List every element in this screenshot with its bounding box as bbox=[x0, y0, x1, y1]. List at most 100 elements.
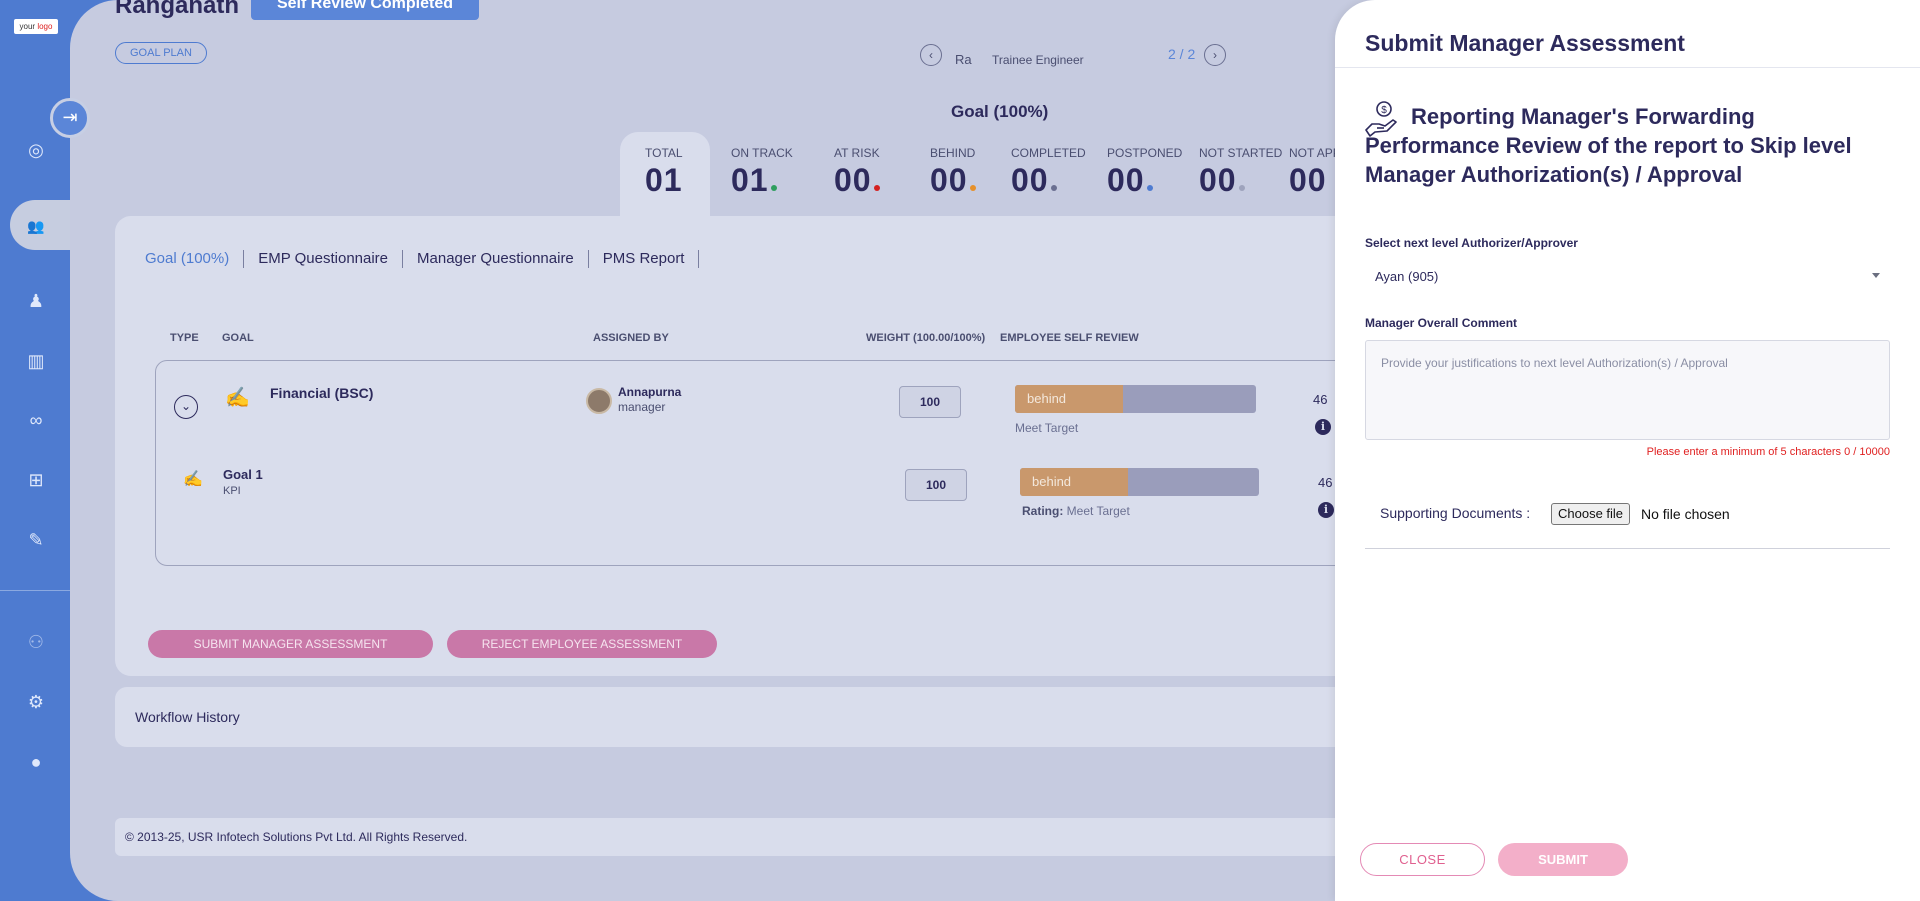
rating-text: Meet Target bbox=[1015, 421, 1079, 435]
status-dot bbox=[1050, 185, 1057, 191]
hierarchy-icon: ⊞ bbox=[28, 470, 44, 490]
user-icon: ● bbox=[30, 752, 42, 772]
self-review-progress: behind bbox=[1020, 468, 1259, 496]
weight-value[interactable]: 100 bbox=[899, 386, 961, 418]
stat-not-approved[interactable]: NOT APP 00 bbox=[1289, 146, 1341, 199]
score-value: 46 bbox=[1313, 392, 1328, 407]
stat-total[interactable]: TOTAL 01 bbox=[645, 146, 683, 199]
sidebar-item-hierarchy[interactable]: ⊞ bbox=[24, 468, 48, 492]
employee-name: Ranganath bbox=[115, 0, 240, 19]
self-review-progress: behind bbox=[1015, 385, 1256, 413]
self-review-status-button[interactable]: Self Review Completed bbox=[251, 0, 479, 20]
column-header-weight: WEIGHT (100.00/100%) bbox=[866, 332, 986, 344]
stat-value: 00 bbox=[1199, 162, 1237, 198]
supporting-documents-label: Supporting Documents : bbox=[1380, 505, 1531, 521]
progress-fill: behind bbox=[1015, 385, 1124, 413]
stat-label: NOT APP bbox=[1289, 146, 1341, 160]
stat-label: POSTPONED bbox=[1107, 146, 1183, 160]
stat-postponed[interactable]: POSTPONED 00 bbox=[1107, 146, 1182, 199]
drawer-divider bbox=[1335, 67, 1920, 68]
column-header-type: TYPE bbox=[170, 332, 199, 344]
sidebar-item-employee[interactable]: ♟ bbox=[24, 289, 48, 313]
info-icon[interactable]: i bbox=[1315, 419, 1331, 435]
stat-at-risk[interactable]: AT RISK 00 bbox=[834, 146, 880, 199]
column-header-assigned-by: ASSIGNED BY bbox=[593, 332, 669, 344]
status-dot bbox=[1238, 185, 1245, 191]
sidebar-item-groups[interactable]: ⚇ bbox=[24, 630, 48, 654]
comment-error-message: Please enter a minimum of 5 characters 0… bbox=[1646, 446, 1890, 458]
company-logo: your logo bbox=[14, 19, 58, 34]
sidebar-item-library[interactable]: ▥ bbox=[24, 349, 48, 373]
copyright-text: © 2013-25, USR Infotech Solutions Pvt Lt… bbox=[125, 830, 468, 844]
stat-value: 00 bbox=[834, 162, 872, 198]
status-dot bbox=[873, 185, 880, 191]
approver-select[interactable]: Ayan (905) bbox=[1375, 269, 1438, 284]
stat-label: NOT STARTED bbox=[1199, 146, 1283, 160]
stat-on-track[interactable]: ON TRACK 01 bbox=[731, 146, 793, 199]
next-employee-button[interactable]: › bbox=[1204, 44, 1226, 66]
stat-label: ON TRACK bbox=[731, 146, 793, 160]
comment-label: Manager Overall Comment bbox=[1365, 316, 1518, 330]
sidebar-toggle-button[interactable]: ⇥ bbox=[50, 98, 90, 138]
column-header-self-review: EMPLOYEE SELF REVIEW bbox=[1000, 332, 1139, 344]
tab-pms-report[interactable]: PMS Report bbox=[589, 250, 700, 268]
sidebar-item-forms[interactable]: ✎ bbox=[24, 528, 48, 552]
avatar bbox=[586, 388, 612, 414]
stat-completed[interactable]: COMPLETED 00 bbox=[1011, 146, 1086, 199]
submit-manager-assessment-button[interactable]: SUBMIT MANAGER ASSESSMENT bbox=[148, 630, 433, 658]
collapse-arrow-icon: ⇥ bbox=[62, 107, 78, 127]
sidebar-item-profile[interactable]: ● bbox=[24, 750, 48, 774]
score-value: 46 bbox=[1318, 475, 1333, 490]
progress-fill: behind bbox=[1020, 468, 1128, 496]
sidebar-item-team[interactable]: 👥 bbox=[24, 213, 48, 237]
approver-label: Select next level Authorizer/Approver bbox=[1365, 236, 1578, 250]
goal-tabs: Goal (100%) EMP Questionnaire Manager Qu… bbox=[145, 250, 700, 268]
stat-not-started[interactable]: NOT STARTED 00 bbox=[1199, 146, 1282, 199]
stat-value: 00 bbox=[930, 162, 968, 198]
sidebar-divider bbox=[0, 590, 70, 591]
manager-comment-input[interactable] bbox=[1365, 340, 1890, 440]
info-icon[interactable]: i bbox=[1318, 502, 1334, 518]
chevron-right-icon: › bbox=[1213, 48, 1217, 62]
reject-employee-assessment-button[interactable]: REJECT EMPLOYEE ASSESSMENT bbox=[447, 630, 717, 658]
workflow-history-label: Workflow History bbox=[135, 709, 240, 725]
pager-count: 2 / 2 bbox=[1168, 46, 1196, 62]
submit-button[interactable]: SUBMIT bbox=[1498, 843, 1628, 876]
drawer-section-divider bbox=[1365, 548, 1890, 549]
team-icon: 👥 bbox=[27, 218, 45, 234]
status-dot bbox=[969, 185, 976, 191]
book-icon: ▥ bbox=[27, 351, 45, 371]
assignee-name: Annapurna bbox=[618, 385, 682, 399]
sidebar-item-goals[interactable]: ◎ bbox=[24, 138, 48, 162]
goal-heading: Goal (100%) bbox=[951, 102, 1049, 121]
status-dot bbox=[1146, 185, 1153, 191]
stat-label: TOTAL bbox=[645, 146, 683, 160]
stat-value: 00 bbox=[1011, 162, 1049, 198]
goal-type: KPI bbox=[223, 485, 241, 497]
choose-file-button[interactable]: Choose file bbox=[1551, 503, 1631, 525]
tab-emp-questionnaire[interactable]: EMP Questionnaire bbox=[244, 250, 404, 268]
tab-manager-questionnaire[interactable]: Manager Questionnaire bbox=[403, 250, 589, 268]
weight-value[interactable]: 100 bbox=[905, 469, 967, 501]
designation-short: Ra bbox=[955, 52, 972, 67]
designation: Trainee Engineer bbox=[992, 53, 1084, 67]
prev-employee-button[interactable]: ‹ bbox=[920, 44, 942, 66]
kpi-icon: ✍ bbox=[183, 471, 203, 488]
dropdown-caret-icon[interactable] bbox=[1872, 273, 1880, 278]
sidebar-item-feedback[interactable]: ∞ bbox=[24, 408, 48, 432]
expand-goal-button[interactable]: ⌄ bbox=[174, 395, 198, 419]
stat-behind[interactable]: BEHIND 00 bbox=[930, 146, 976, 199]
handshake-icon: ∞ bbox=[29, 410, 43, 430]
gear-icon: ⚙ bbox=[27, 692, 45, 712]
stat-value: 00 bbox=[1107, 162, 1145, 198]
sidebar-item-settings[interactable]: ⚙ bbox=[24, 690, 48, 714]
form-icon: ✎ bbox=[28, 530, 44, 550]
stat-label: COMPLETED bbox=[1011, 146, 1086, 160]
close-button[interactable]: CLOSE bbox=[1360, 843, 1485, 876]
file-status-text: No file chosen bbox=[1641, 506, 1730, 522]
stat-label: AT RISK bbox=[834, 146, 880, 160]
goal-plan-button[interactable]: GOAL PLAN bbox=[115, 42, 207, 64]
goal-category-icon: ✍ bbox=[225, 387, 250, 409]
assignee-role: manager bbox=[618, 400, 666, 414]
tab-goal[interactable]: Goal (100%) bbox=[145, 250, 245, 268]
